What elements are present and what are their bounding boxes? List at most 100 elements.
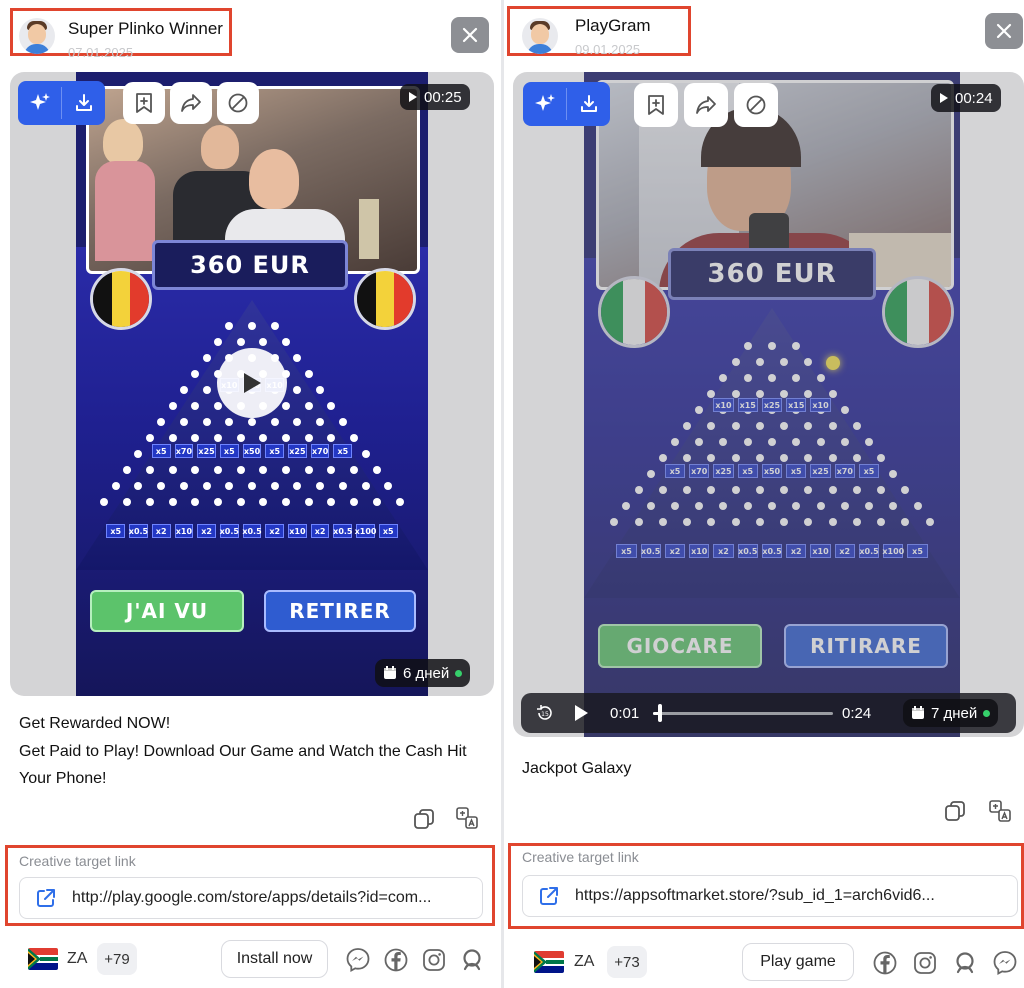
translate-icon[interactable] [988,799,1012,823]
close-button[interactable] [985,13,1023,49]
share-icon [696,96,716,114]
sparkle-icon [29,93,50,110]
ai-sparkle-button[interactable] [523,82,566,126]
ad-title: Jackpot Galaxy [522,760,632,777]
plinko-peg [100,498,109,506]
plinko-peg [270,322,279,330]
multiplier-tile: x2 [310,524,330,538]
plinko-peg [372,466,381,474]
plinko-peg [191,466,200,474]
plinko-peg [384,482,393,490]
more-countries-badge[interactable]: +79 [97,943,137,975]
share-button[interactable] [684,83,728,127]
ad-description: Get Paid to Play! Download Our Game and … [19,743,467,787]
close-button[interactable] [451,17,489,53]
multiplier-tile: x2 [265,524,285,538]
cta-button[interactable]: Install now [221,940,328,978]
block-icon [228,93,248,113]
hide-button[interactable] [217,82,259,124]
plinko-peg [304,402,313,410]
play-icon [409,92,417,102]
plinko-peg [270,482,279,490]
download-button[interactable] [567,82,610,126]
plinko-peg [202,386,211,394]
plinko-peg [225,482,234,490]
active-days-badge: 6 дней [375,659,471,687]
target-link-field[interactable]: http://play.google.com/store/apps/detail… [19,877,483,919]
play-icon [575,705,588,721]
plinko-peg [248,418,256,426]
hide-button[interactable] [734,83,778,127]
plinko-peg [350,498,359,506]
play-button[interactable] [217,348,287,418]
multiplier-tile: x0.5 [242,524,262,538]
ad-video-player[interactable]: 360 EUR x10 x15 x25 x15 x10 x5 x70 x25 x5 x50 x5 x2… [513,72,1024,737]
play-button[interactable] [573,693,589,733]
audience-network-icon[interactable] [459,947,485,973]
plinko-peg [338,482,347,490]
bookmark-button[interactable] [634,83,678,127]
bookmark-button[interactable] [123,82,165,124]
live-dot [455,669,463,677]
copy-icon[interactable] [412,807,436,831]
facebook-icon[interactable] [872,950,898,976]
link-label: Creative target link [19,853,136,869]
country-code: ZA [67,950,88,967]
plinko-peg [293,482,302,490]
seek-handle[interactable] [658,704,663,722]
seek-bar[interactable] [653,712,833,715]
cta-button[interactable]: Play game [742,943,854,981]
plinko-peg [145,498,154,506]
plinko-peg [327,466,336,474]
ad-video-player[interactable]: 360 EUR x10x10x10x5x70x25x5x50x5x25x70x5… [10,72,494,696]
target-link-field[interactable]: https://appsoftmarket.store/?sub_id_1=ar… [522,875,1018,917]
more-countries-badge[interactable]: +73 [607,946,647,978]
plinko-peg [168,434,177,442]
multiplier-tile: x5 [151,444,171,458]
plinko-peg [350,434,359,442]
messenger-icon[interactable] [345,947,371,973]
plinko-peg [293,354,302,362]
plinko-peg [179,482,188,490]
target-link-text: https://appsoftmarket.store/?sub_id_1=ar… [575,887,935,904]
plinko-peg [225,418,234,426]
plinko-peg [327,498,336,506]
audience-network-icon[interactable] [952,950,978,976]
plinko-peg [282,498,291,506]
multiplier-tile: x100 [355,524,376,538]
avatar [522,18,558,54]
ai-sparkle-button[interactable] [18,81,61,125]
share-button[interactable] [170,82,212,124]
plinko-peg [236,338,245,346]
ad-date: 07.01.2025 [68,45,134,60]
plinko-peg [202,354,211,362]
advertiser-name[interactable]: PlayGram [575,16,651,36]
facebook-icon[interactable] [383,947,409,973]
download-button[interactable] [62,81,105,125]
plinko-peg [213,402,222,410]
plinko-peg [338,418,347,426]
multiplier-tile: x5 [265,444,285,458]
live-dot [983,709,991,717]
plinko-peg [259,466,268,474]
country-code: ZA [574,953,595,970]
calendar-icon [912,706,924,719]
plinko-peg [248,482,256,490]
multiplier-tile: x5 [106,524,126,538]
translate-icon[interactable] [455,806,479,830]
plinko-peg [191,434,200,442]
advertiser-name[interactable]: Super Plinko Winner [68,19,223,39]
replay-15-button[interactable]: 15 [535,693,555,733]
plinko-peg [213,338,222,346]
bookmark-add-icon [648,95,664,115]
plinko-peg [213,466,222,474]
multiplier-tile: x5 [333,444,353,458]
plinko-peg [179,418,188,426]
messenger-icon[interactable] [992,950,1018,976]
instagram-icon[interactable] [912,950,938,976]
plinko-peg [259,338,268,346]
copy-icon[interactable] [943,799,967,823]
close-icon [996,23,1012,39]
video-duration: 00:25 [400,84,470,110]
instagram-icon[interactable] [421,947,447,973]
